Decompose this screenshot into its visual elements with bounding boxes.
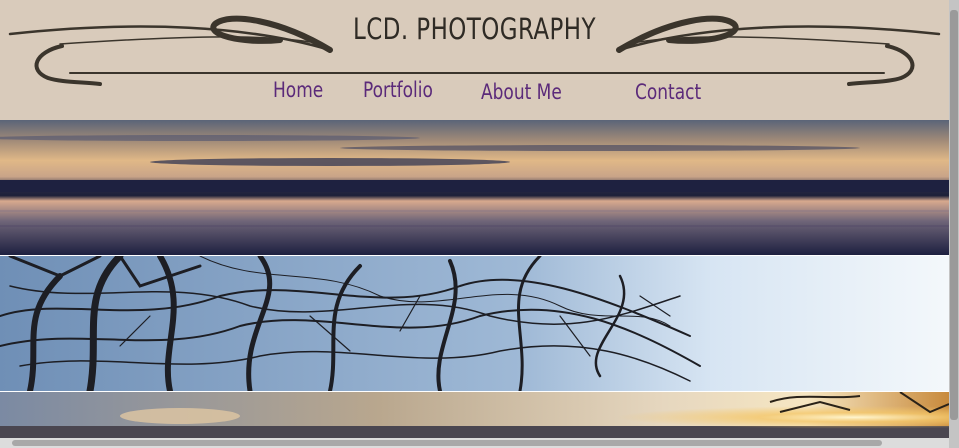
site-title[interactable]: LCD. PHOTOGRAPHY xyxy=(57,12,892,46)
nav-portfolio[interactable]: Portfolio xyxy=(363,78,433,102)
nav-contact[interactable]: Contact xyxy=(635,80,701,104)
horizontal-scrollbar[interactable] xyxy=(0,438,949,448)
banner-image-water-sunset xyxy=(0,120,949,255)
vertical-scrollbar[interactable] xyxy=(949,0,959,448)
horizontal-scrollbar-thumb[interactable] xyxy=(12,440,882,446)
banner-image-sunset xyxy=(0,392,949,438)
site-header: LCD. PHOTOGRAPHY Home Portfolio About Me… xyxy=(0,0,949,120)
nav-about-me[interactable]: About Me xyxy=(481,80,562,104)
banner-image-trees xyxy=(0,256,949,391)
vertical-scrollbar-thumb[interactable] xyxy=(950,10,958,420)
nav-home[interactable]: Home xyxy=(273,78,323,102)
